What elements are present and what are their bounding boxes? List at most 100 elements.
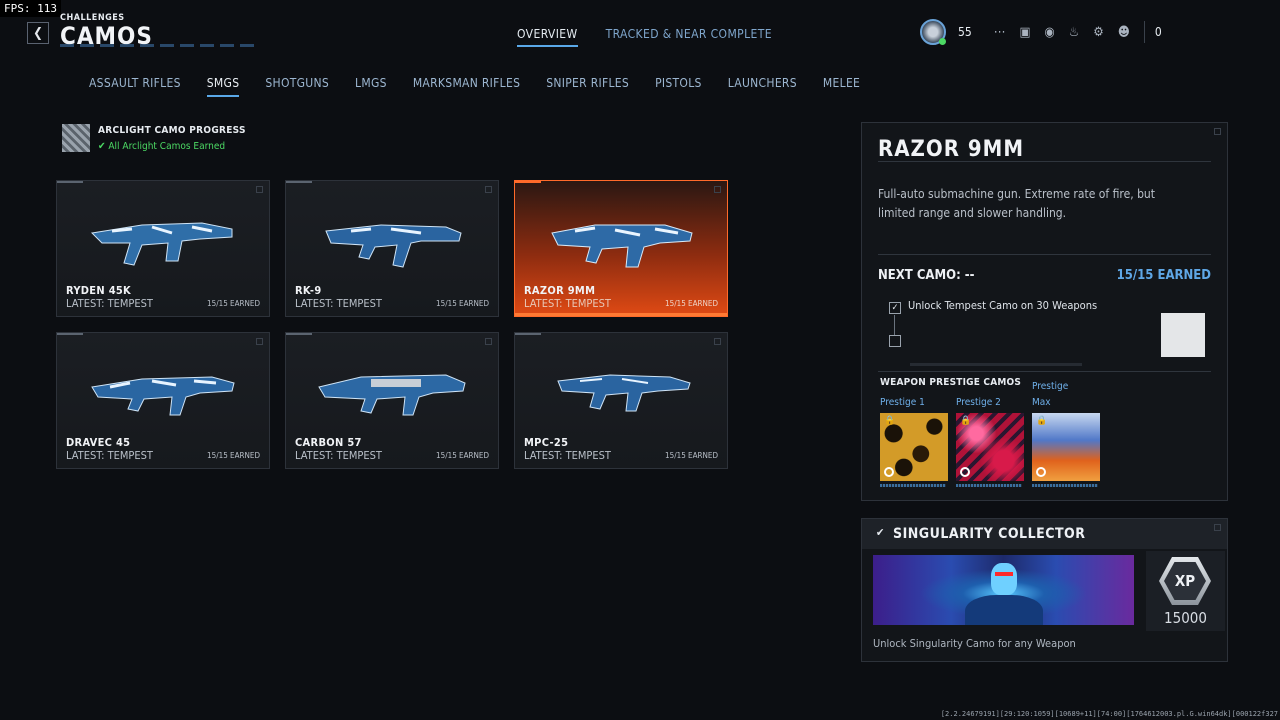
- prestige-camos-title: WEAPON PRESTIGE CAMOS: [880, 377, 1022, 388]
- tab-marksman-rifles[interactable]: MARKSMAN RIFLES: [413, 76, 520, 97]
- tab-pistols[interactable]: PISTOLS: [655, 76, 702, 97]
- checkmark-icon: ✔: [876, 526, 885, 539]
- detail-title: RAZOR 9MM: [878, 137, 1025, 162]
- tab-launchers[interactable]: LAUNCHERS: [728, 76, 797, 97]
- corner-marker-icon: [714, 338, 721, 345]
- weapon-card-mpc-25[interactable]: MPC-25 LATEST: TEMPEST 15/15 EARNED: [514, 332, 728, 469]
- swatch-progress-bar: [880, 484, 946, 487]
- weapon-earned-count: 15/15 EARNED: [207, 451, 260, 460]
- back-button[interactable]: ❮: [27, 22, 49, 44]
- swatch-progress-bar: [956, 484, 1022, 487]
- prestige-emblem-icon: [960, 467, 970, 477]
- camo-swatch: 🔒: [956, 413, 1024, 481]
- checkmark-icon: ✔: [98, 141, 106, 152]
- xp-value: 15000: [1164, 609, 1207, 627]
- weapon-name: MPC-25: [524, 436, 569, 449]
- rank-emblem-icon[interactable]: [920, 19, 946, 45]
- weapon-card-dravec-45[interactable]: DRAVEC 45 LATEST: TEMPEST 15/15 EARNED: [56, 332, 270, 469]
- fps-counter: FPS: 113: [0, 0, 61, 17]
- weapon-category-tabs: ASSAULT RIFLES SMGS SHOTGUNS LMGS MARKSM…: [89, 76, 886, 97]
- weapon-latest-camo: LATEST: TEMPEST: [295, 297, 382, 310]
- prestige-label: Prestige 1: [880, 397, 925, 408]
- weapon-name: CARBON 57: [295, 436, 362, 449]
- prestige-label: Max: [1032, 397, 1051, 408]
- collector-panel[interactable]: ✔ SINGULARITY COLLECTOR XP 15000 Unlock …: [861, 518, 1228, 662]
- weapon-image: [557, 374, 691, 412]
- weapon-earned-count: 15/15 EARNED: [436, 451, 489, 460]
- arclight-camo-thumbnail: [62, 124, 90, 152]
- weapon-card-ryden-45k[interactable]: RYDEN 45K LATEST: TEMPEST 15/15 EARNED: [56, 180, 270, 317]
- corner-marker-icon: [485, 338, 492, 345]
- tab-assault-rifles[interactable]: ASSAULT RIFLES: [89, 76, 181, 97]
- tab-overview[interactable]: OVERVIEW: [517, 27, 578, 47]
- lock-icon: 🔒: [884, 416, 896, 426]
- xp-badge-text: XP: [1164, 562, 1206, 600]
- camera-icon[interactable]: ◉: [1045, 25, 1055, 40]
- corner-marker-icon: [1214, 524, 1221, 531]
- online-status-icon: [939, 38, 946, 45]
- challenge-checkbox: [889, 335, 901, 347]
- weapon-earned-count: 15/15 EARNED: [207, 299, 260, 308]
- build-info: [2.2.24679191][29:120:1059][10689+11][74…: [940, 710, 1278, 718]
- hud-divider: [1143, 21, 1145, 43]
- swatch-progress-bar: [1032, 484, 1098, 487]
- weapon-grid: RYDEN 45K LATEST: TEMPEST 15/15 EARNED R…: [56, 180, 728, 469]
- social-icon[interactable]: ☻: [1118, 25, 1130, 40]
- weapon-card-carbon-57[interactable]: CARBON 57 LATEST: TEMPEST 15/15 EARNED: [285, 332, 499, 469]
- reward-preview[interactable]: [1161, 313, 1205, 357]
- prestige-emblem-icon: [884, 467, 894, 477]
- title-decoration: [60, 44, 260, 47]
- store-icon[interactable]: ▣: [1019, 25, 1030, 40]
- tab-sniper-rifles[interactable]: SNIPER RIFLES: [546, 76, 629, 97]
- top-tabs: OVERVIEW TRACKED & NEAR COMPLETE: [517, 27, 772, 47]
- divider: [878, 254, 1211, 255]
- camo-swatch: 🔒: [1032, 413, 1100, 481]
- weapon-latest-camo: LATEST: TEMPEST: [66, 297, 153, 310]
- xp-badge-icon: XP: [1159, 557, 1211, 605]
- lock-icon: 🔒: [960, 416, 972, 426]
- weapon-earned-count: 15/15 EARNED: [436, 299, 489, 308]
- arclight-progress[interactable]: ARCLIGHT CAMO PROGRESS ✔ All Arclight Ca…: [62, 124, 246, 152]
- challenge-checkbox-checked: ✓: [889, 302, 901, 314]
- lock-icon: 🔒: [1036, 416, 1048, 426]
- detail-description: Full-auto submachine gun. Extreme rate o…: [878, 187, 1155, 220]
- prestige-emblem-icon: [1036, 467, 1046, 477]
- detail-earned-count: 15/15 EARNED: [1116, 268, 1211, 283]
- weapon-latest-camo: LATEST: TEMPEST: [66, 449, 153, 462]
- xp-reward: XP 15000: [1146, 551, 1225, 631]
- corner-marker-icon: [714, 186, 721, 193]
- prestige-camo-max[interactable]: Prestige Max 🔒: [1032, 381, 1100, 487]
- settings-gear-icon[interactable]: ⚙: [1093, 25, 1104, 40]
- weapon-name: DRAVEC 45: [66, 436, 131, 449]
- singularity-camo-banner: [873, 555, 1134, 625]
- challenge-progress-bar: [910, 363, 1082, 366]
- tab-shotguns[interactable]: SHOTGUNS: [265, 76, 329, 97]
- weapon-earned-count: 15/15 EARNED: [665, 299, 718, 308]
- weapon-image: [318, 374, 466, 416]
- grid-menu-icon[interactable]: ⋯: [994, 25, 1006, 40]
- currency-count: 0: [1154, 25, 1162, 39]
- weapon-image: [325, 224, 462, 268]
- corner-marker-icon: [485, 186, 492, 193]
- tab-tracked[interactable]: TRACKED & NEAR COMPLETE: [606, 27, 772, 47]
- corner-marker-icon: [1214, 128, 1221, 135]
- weapon-image: [551, 224, 693, 268]
- weapon-card-rk-9[interactable]: RK-9 LATEST: TEMPEST 15/15 EARNED: [285, 180, 499, 317]
- weapon-image: [90, 222, 233, 266]
- divider: [878, 161, 1211, 162]
- divider: [878, 371, 1211, 372]
- progress-title: ARCLIGHT CAMO PROGRESS: [98, 125, 246, 136]
- player-level: 55: [958, 25, 972, 39]
- notification-bell-icon[interactable]: ♨: [1069, 25, 1080, 40]
- tab-melee[interactable]: MELEE: [823, 76, 860, 97]
- tab-smgs[interactable]: SMGS: [206, 76, 240, 97]
- collector-title: SINGULARITY COLLECTOR: [893, 526, 1086, 542]
- weapon-card-razor-9mm[interactable]: RAZOR 9MM LATEST: TEMPEST 15/15 EARNED: [514, 180, 728, 317]
- weapon-name: RK-9: [295, 284, 322, 297]
- tab-lmgs[interactable]: LMGS: [355, 76, 387, 97]
- weapon-name: RAZOR 9MM: [524, 284, 596, 297]
- prestige-camo-1[interactable]: Prestige 1 🔒: [880, 397, 948, 487]
- camo-swatch: 🔒: [880, 413, 948, 481]
- player-hud: 55 ⋯ ▣ ◉ ♨ ⚙ ☻ 0: [920, 19, 1162, 45]
- prestige-camo-2[interactable]: Prestige 2 🔒: [956, 397, 1024, 487]
